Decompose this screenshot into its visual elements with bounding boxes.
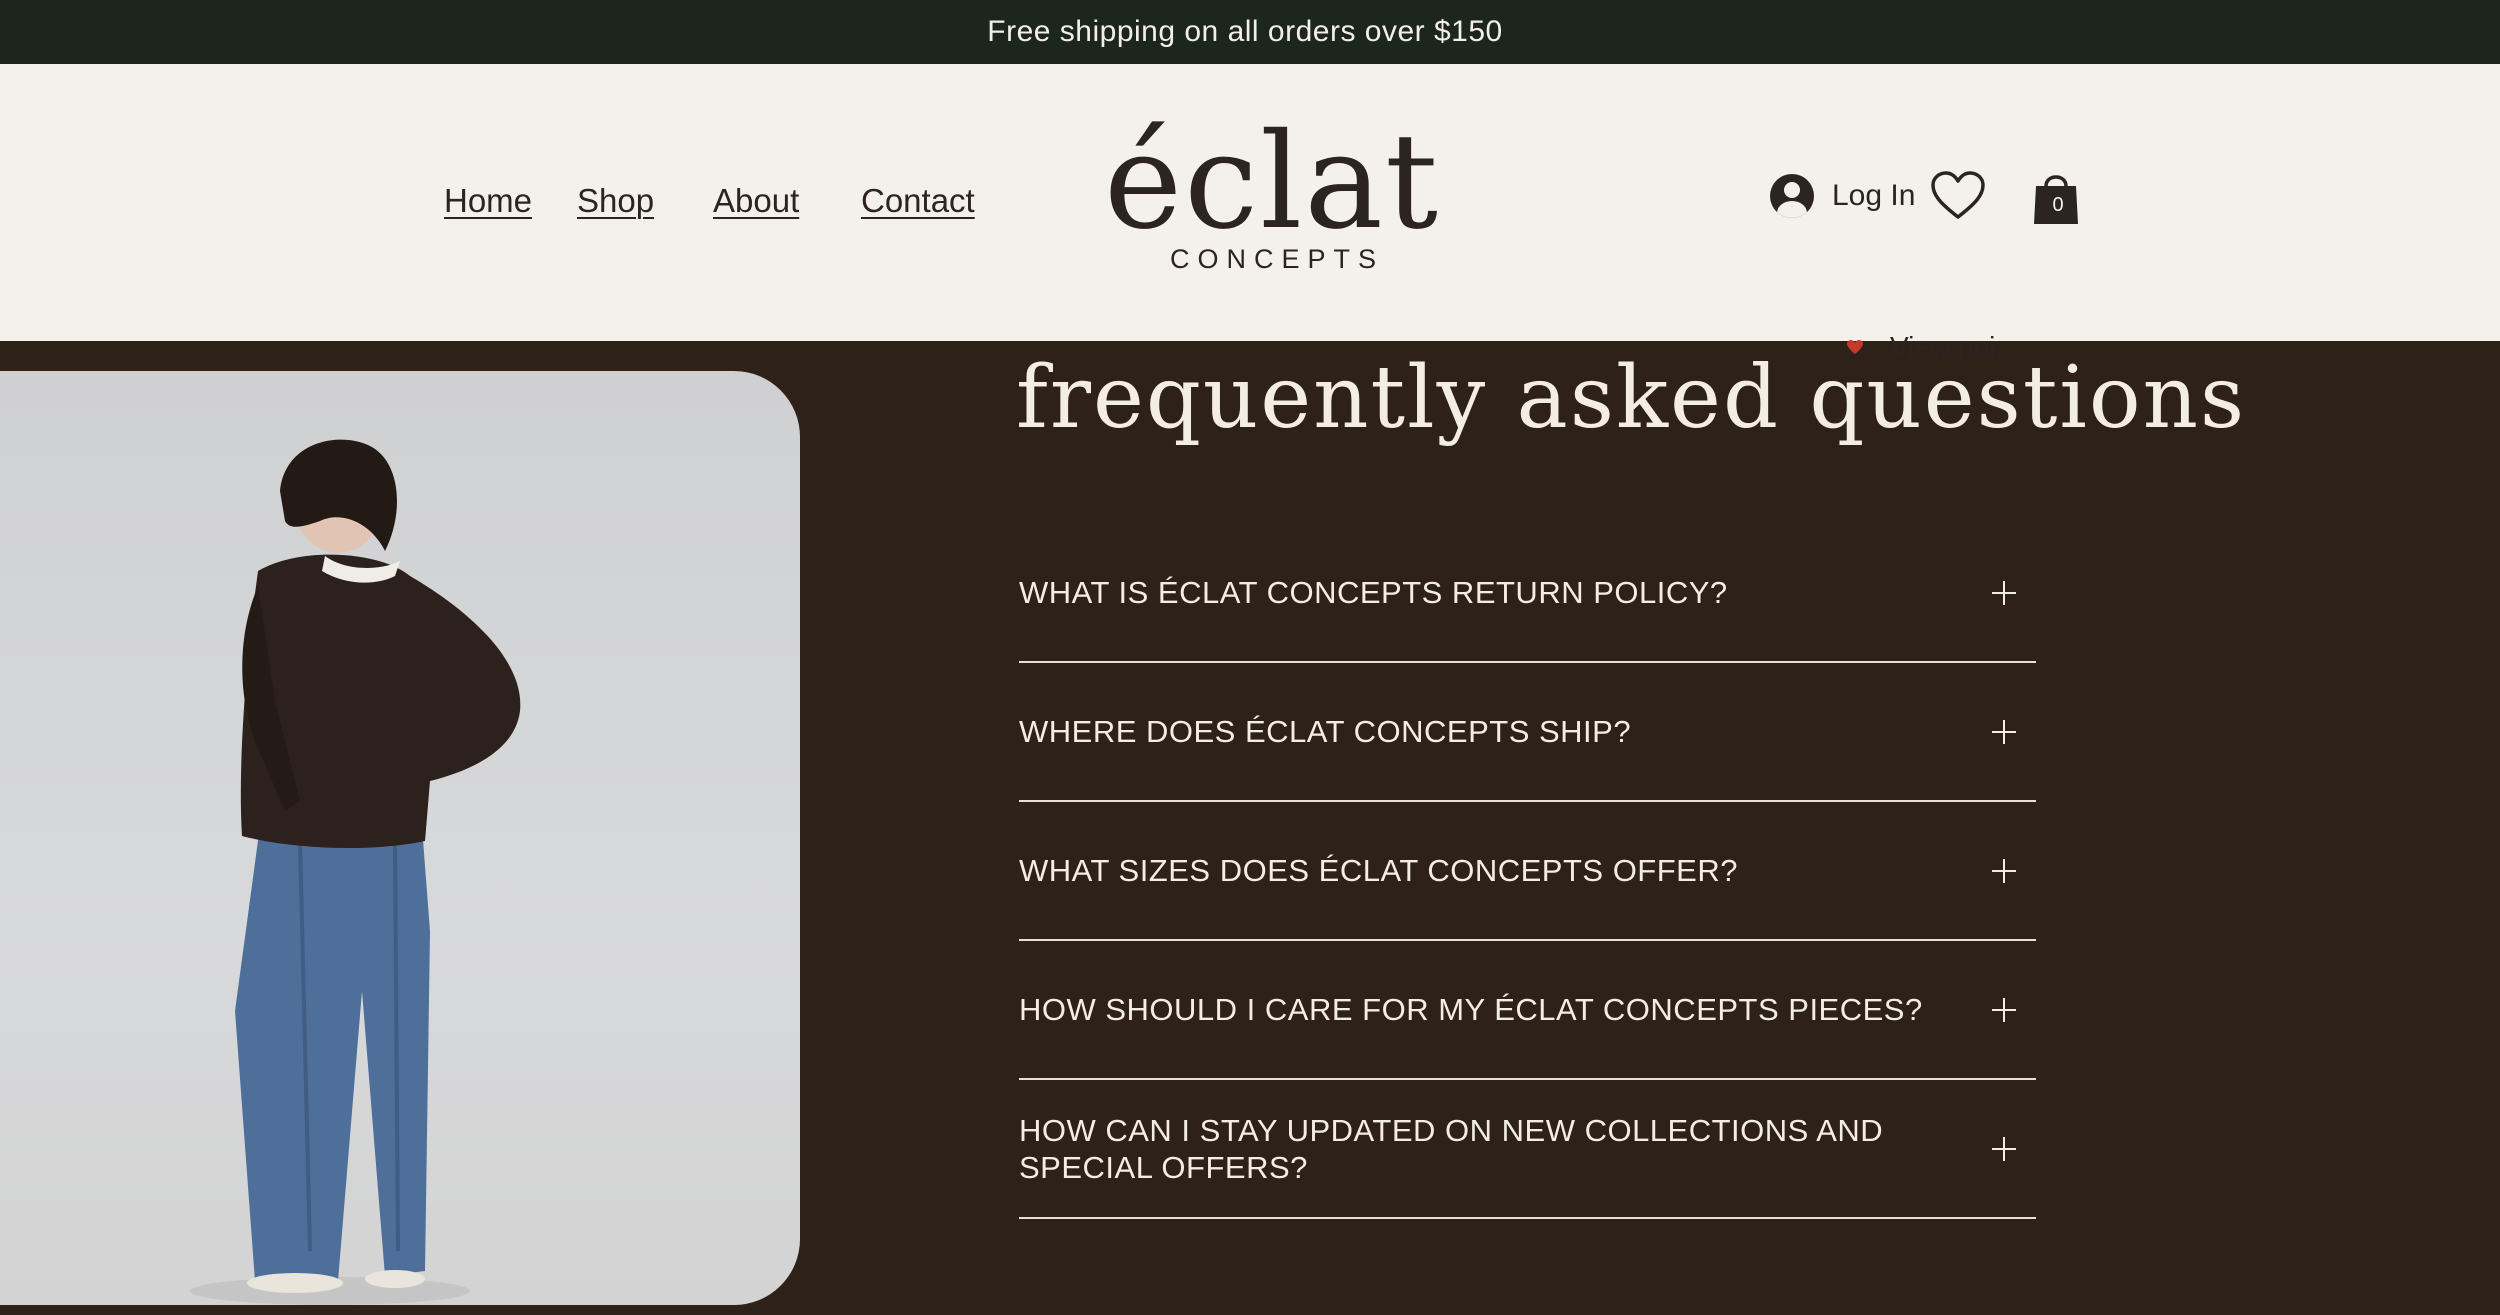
announcement-bar: Free shipping on all orders over $150 bbox=[0, 0, 2500, 64]
faq-title: frequently asked questions bbox=[1016, 348, 2247, 448]
faq-question: WHAT IS ÉCLAT CONCEPTS RETURN POLICY? bbox=[1019, 575, 1728, 610]
model-figure-image bbox=[190, 439, 521, 1305]
nav-about-link[interactable]: About bbox=[713, 182, 799, 220]
announcement-text: Free shipping on all orders over $150 bbox=[987, 15, 1503, 48]
login-button[interactable]: Log In bbox=[1770, 174, 1915, 218]
site-header: Home Shop About Contact éclat CONCEPTS L… bbox=[0, 64, 2500, 362]
nav-home-link[interactable]: Home bbox=[444, 182, 532, 220]
plus-icon[interactable] bbox=[1992, 580, 2016, 605]
plus-icon[interactable] bbox=[1992, 1136, 2016, 1161]
faq-question: WHERE DOES ÉCLAT CONCEPTS SHIP? bbox=[1019, 714, 1632, 749]
model-photo bbox=[0, 371, 800, 1305]
cart-count: 0 bbox=[2052, 194, 2064, 216]
faq-item[interactable]: HOW SHOULD I CARE FOR MY ÉCLAT CONCEPTS … bbox=[1019, 941, 2036, 1080]
faq-question: HOW CAN I STAY UPDATED ON NEW COLLECTION… bbox=[1019, 1112, 1884, 1185]
faq-accordion: WHAT IS ÉCLAT CONCEPTS RETURN POLICY? WH… bbox=[1019, 524, 2036, 1219]
logo-wordmark: éclat bbox=[1104, 105, 1441, 259]
login-label: Log In bbox=[1832, 179, 1916, 212]
nav-contact-link[interactable]: Contact bbox=[861, 182, 975, 220]
faq-question: HOW SHOULD I CARE FOR MY ÉCLAT CONCEPTS … bbox=[1019, 992, 1923, 1027]
faq-item[interactable]: HOW CAN I STAY UPDATED ON NEW COLLECTION… bbox=[1019, 1080, 2036, 1219]
nav-shop-link[interactable]: Shop bbox=[577, 182, 654, 220]
faq-item[interactable]: WHERE DOES ÉCLAT CONCEPTS SHIP? bbox=[1019, 663, 2036, 802]
plus-icon[interactable] bbox=[1992, 997, 2016, 1022]
faq-item[interactable]: WHAT SIZES DOES ÉCLAT CONCEPTS OFFER? bbox=[1019, 802, 2036, 941]
faq-question: WHAT SIZES DOES ÉCLAT CONCEPTS OFFER? bbox=[1019, 853, 1738, 888]
plus-icon[interactable] bbox=[1992, 719, 2016, 744]
plus-icon[interactable] bbox=[1992, 858, 2016, 883]
logo-subtitle: CONCEPTS bbox=[1170, 244, 1385, 274]
avatar-icon bbox=[1770, 174, 1814, 218]
heart-icon[interactable] bbox=[1930, 171, 1986, 221]
faq-item[interactable]: WHAT IS ÉCLAT CONCEPTS RETURN POLICY? bbox=[1019, 524, 2036, 663]
